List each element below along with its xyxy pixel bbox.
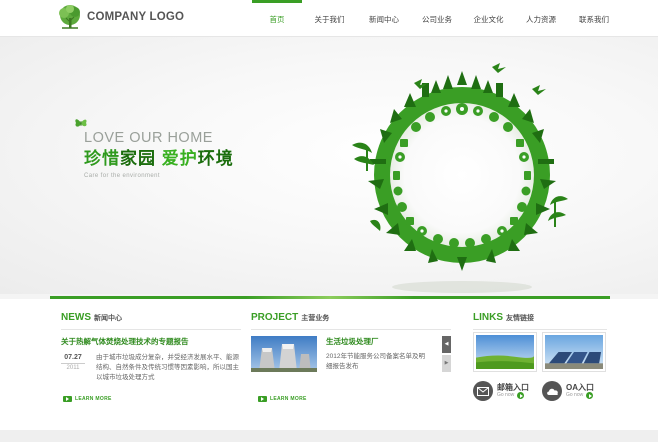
content-area: NEWS 新闻中心 关于热解气体焚烧处理技术的专题报告 07.27 2011 由… [0, 299, 658, 442]
news-learn-more-button[interactable]: LEARN MORE [63, 396, 112, 402]
project-thumbnail-image[interactable] [251, 336, 317, 372]
project-summary: 2012年节能服务公司备案名单及明细报告发布 [326, 353, 425, 370]
oa-entry-label: OA入口 [566, 383, 594, 392]
project-title: PROJECT 主营业务 [251, 312, 330, 323]
project-prev-button[interactable]: ◀ [442, 336, 451, 353]
eco-globe-illustration [352, 63, 568, 293]
hero-banner: LOVE OUR HOME 珍惜家园 爱护环境 Care for the env… [0, 37, 658, 294]
hero-subtitle: Care for the environment [84, 173, 160, 179]
project-next-button[interactable]: ▶ [442, 355, 451, 372]
project-name-link[interactable]: 生活垃圾处理厂 [326, 336, 379, 347]
landscape-image [476, 335, 534, 369]
logo-text: COMPANY LOGO [87, 11, 185, 23]
main-nav: 首页 关于我们 新闻中心 公司业务 企业文化 人力资源 联系我们 [252, 0, 620, 37]
butterfly-icon [75, 119, 87, 127]
mail-entry-button[interactable]: 邮箱入口 Go now [473, 381, 529, 401]
go-arrow-icon [586, 392, 594, 399]
news-date-year: 2011 [61, 363, 85, 371]
hero-title-en: LOVE OUR HOME [84, 130, 213, 146]
arrow-right-icon [63, 396, 72, 402]
nav-business[interactable]: 公司业务 [411, 0, 463, 37]
footer-bar [0, 430, 658, 442]
nav-about[interactable]: 关于我们 [302, 0, 357, 37]
news-headline-link[interactable]: 关于热解气体焚烧处理技术的专题报告 [61, 336, 189, 347]
hero-title-cn: 珍惜家园 爱护环境 [84, 149, 234, 168]
nav-home[interactable]: 首页 [252, 0, 302, 37]
project-divider [251, 329, 451, 330]
arrow-right-icon [258, 396, 267, 402]
links-title: LINKS 友情链接 [473, 312, 534, 323]
news-date: 07.27 2011 [61, 354, 85, 371]
nav-culture[interactable]: 企业文化 [463, 0, 514, 37]
news-date-day: 07.27 [64, 354, 82, 361]
go-arrow-icon [517, 392, 525, 399]
cloud-icon [542, 381, 562, 401]
nav-contact[interactable]: 联系我们 [568, 0, 620, 37]
mail-icon [473, 381, 493, 401]
nav-news[interactable]: 新闻中心 [357, 0, 411, 37]
links-divider [473, 329, 607, 330]
news-divider [61, 329, 241, 330]
company-logo[interactable]: COMPANY LOGO [57, 4, 184, 30]
news-title: NEWS 新闻中心 [61, 312, 122, 323]
news-summary: 由于城市垃圾成分复杂，并受经济发展水平、能源结构、自然条件及传统习惯等因素影响，… [96, 354, 239, 381]
nav-hr[interactable]: 人力资源 [514, 0, 568, 37]
mail-entry-label: 邮箱入口 [497, 383, 529, 392]
hero-text: LOVE OUR HOME 珍惜家园 爱护环境 Care for the env… [84, 130, 234, 179]
tree-logo-icon [59, 5, 80, 29]
link-banner-landscape[interactable] [473, 332, 537, 372]
project-learn-more-button[interactable]: LEARN MORE [258, 396, 307, 402]
site-header: COMPANY LOGO 首页 关于我们 新闻中心 公司业务 企业文化 人力资源… [0, 0, 658, 37]
oa-entry-button[interactable]: OA入口 Go now [542, 381, 594, 401]
link-banner-solar[interactable] [542, 332, 606, 372]
solar-panel-image [545, 335, 603, 369]
